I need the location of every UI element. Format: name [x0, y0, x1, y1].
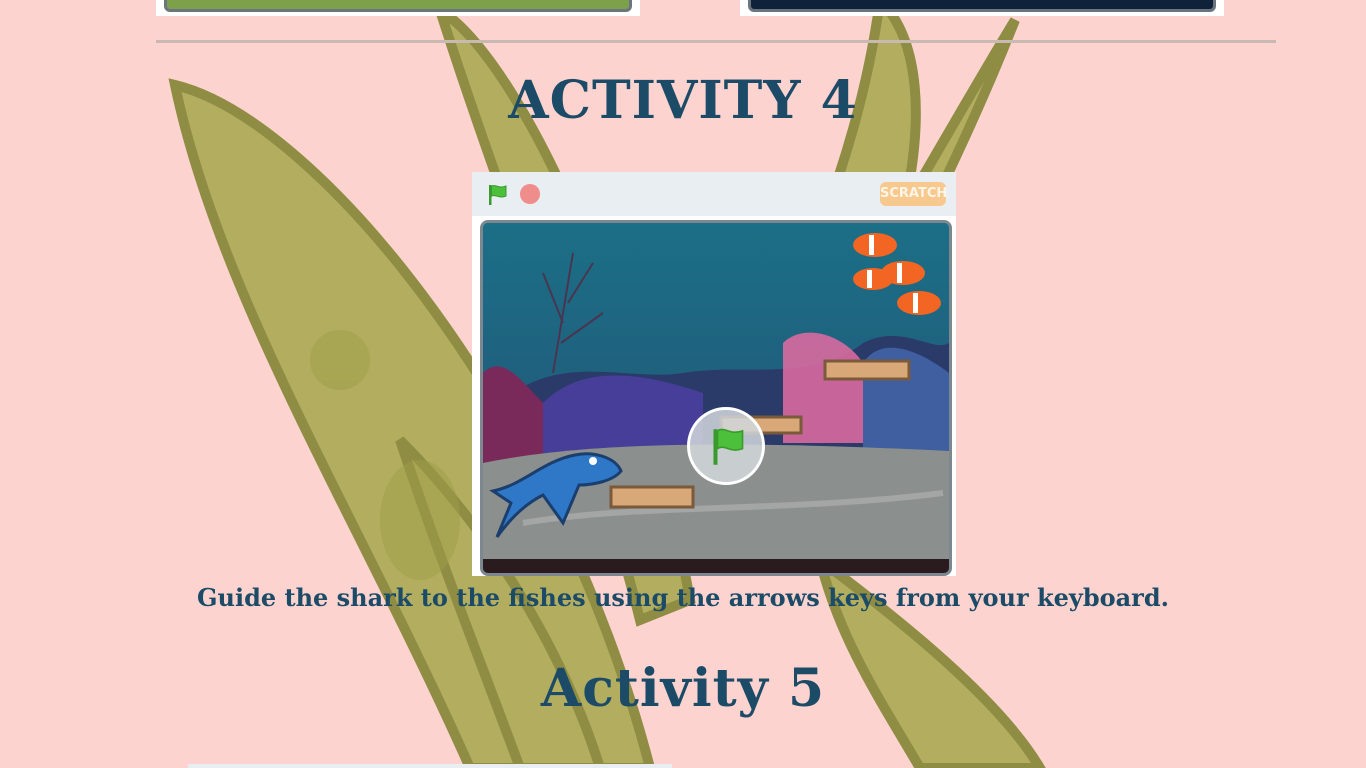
- activity-5-heading: Activity 5: [540, 658, 826, 719]
- start-project-button[interactable]: [687, 407, 765, 485]
- green-flag-icon: [713, 428, 744, 465]
- scratch-player[interactable]: SCRATCH: [472, 172, 956, 576]
- scratch-stage[interactable]: [480, 220, 952, 576]
- scratch-logo[interactable]: SCRATCH: [880, 182, 947, 206]
- previous-stage-right: [748, 0, 1216, 12]
- activity-4-instruction: Guide the shark to the fishes using the …: [197, 583, 1169, 612]
- player-toolbar: SCRATCH: [472, 172, 956, 216]
- stop-icon[interactable]: [520, 184, 540, 204]
- previous-stage-left: [164, 0, 632, 12]
- activity-4-heading: ACTIVITY 4: [508, 70, 858, 131]
- section-divider: [156, 40, 1276, 43]
- underwater-scene-image: [483, 223, 949, 573]
- previous-activity-embed-left[interactable]: [156, 0, 640, 16]
- activity-5-embed[interactable]: [188, 764, 672, 768]
- green-flag-icon[interactable]: [486, 183, 510, 207]
- previous-activity-embed-right[interactable]: [740, 0, 1224, 16]
